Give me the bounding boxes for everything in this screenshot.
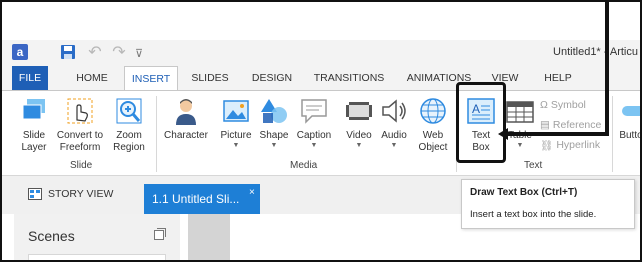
picture-button[interactable]: Picture ▼ <box>216 96 256 160</box>
tooltip-body: Insert a text box into the slide. <box>470 209 597 220</box>
caption-dropdown-icon[interactable]: ▼ <box>292 142 336 150</box>
globe-icon <box>418 96 448 126</box>
group-label-text: Text <box>524 160 543 171</box>
slide-layer-icon <box>19 96 49 126</box>
app-logo[interactable]: a <box>12 44 28 60</box>
scene-list[interactable] <box>28 254 166 260</box>
hyperlink-button[interactable]: ⛓ Hyperlink <box>540 136 600 154</box>
save-icon[interactable] <box>60 44 76 60</box>
scenes-title: Scenes <box>28 228 75 244</box>
caption-icon <box>299 96 329 126</box>
tab-home[interactable]: HOME <box>66 66 118 90</box>
redo-icon[interactable]: ↷ <box>112 42 126 62</box>
group-separator <box>612 96 613 172</box>
tab-help[interactable]: HELP <box>536 66 580 90</box>
text-box-highlight <box>456 82 506 163</box>
video-icon <box>344 96 374 126</box>
document-title: Untitled1* - Articu <box>553 46 638 58</box>
button-label: Butto <box>619 130 642 141</box>
reference-label: Reference <box>552 119 602 131</box>
audio-dropdown-icon[interactable]: ▼ <box>376 142 412 150</box>
pane-options-icon[interactable] <box>154 227 166 240</box>
freeform-hand-icon <box>65 96 95 126</box>
shape-button[interactable]: Shape ▼ <box>256 96 292 160</box>
link-icon: ⛓ <box>540 139 554 152</box>
callout-line <box>605 2 609 136</box>
group-separator <box>156 96 157 172</box>
ribbon-tabs: FILE HOME INSERT SLIDES DESIGN TRANSITIO… <box>2 66 640 91</box>
video-label: Video <box>346 130 372 141</box>
character-icon <box>171 96 201 126</box>
callout-line <box>506 132 609 136</box>
table-icon <box>505 96 535 126</box>
tab-file[interactable]: FILE <box>12 66 48 90</box>
omega-icon: Ω <box>540 99 548 111</box>
customize-qat-icon[interactable]: ⊽ <box>134 43 144 63</box>
tab-slides[interactable]: SLIDES <box>184 66 236 90</box>
tab-slide-1-1[interactable]: 1.1 Untitled Sli... <box>144 184 260 214</box>
video-button[interactable]: Video ▼ <box>342 96 376 160</box>
web-object-label-1: Web <box>422 130 444 141</box>
slide-layer-button[interactable]: Slide Layer <box>16 96 52 160</box>
hyperlink-label: Hyperlink <box>556 139 601 151</box>
slide-layer-label-2: Layer <box>21 142 47 153</box>
caption-button[interactable]: Caption ▼ <box>292 96 336 160</box>
character-label: Character <box>164 130 208 141</box>
character-button[interactable]: Character <box>160 96 212 160</box>
convert-label-1: Convert to <box>56 130 104 141</box>
video-dropdown-icon[interactable]: ▼ <box>342 142 376 150</box>
symbol-label: Symbol <box>550 99 586 111</box>
tab-insert[interactable]: INSERT <box>124 66 178 91</box>
zoom-label-2: Region <box>113 142 145 153</box>
slide-layer-label-1: Slide <box>22 130 46 141</box>
tab-design[interactable]: DESIGN <box>246 66 298 90</box>
convert-to-freeform-button[interactable]: Convert to Freeform <box>54 96 106 160</box>
audio-label: Audio <box>381 130 407 141</box>
caption-label: Caption <box>296 130 332 141</box>
zoom-region-button[interactable]: Zoom Region <box>108 96 150 160</box>
web-object-label-2: Object <box>418 142 448 153</box>
web-object-button[interactable]: Web Object <box>414 96 452 160</box>
story-view-icon <box>28 188 42 200</box>
callout-arrow-icon <box>498 128 508 140</box>
group-label-slide: Slide <box>70 160 93 171</box>
audio-icon <box>379 96 409 126</box>
picture-dropdown-icon[interactable]: ▼ <box>216 142 256 150</box>
undo-icon[interactable]: ↶ <box>88 42 102 62</box>
app-window: a ↶ ↷ ⊽ Untitled1* - Articu FILE HOME IN… <box>0 0 642 262</box>
button-button[interactable]: Butto <box>616 96 642 160</box>
zoom-icon <box>114 96 144 126</box>
symbol-button[interactable]: Ω Symbol <box>540 96 586 114</box>
shape-icon <box>259 96 289 126</box>
picture-icon <box>221 96 251 126</box>
shape-label: Shape <box>259 130 289 141</box>
canvas-gutter <box>188 214 230 260</box>
group-label-media: Media <box>290 160 318 171</box>
story-view-label: STORY VIEW <box>48 188 114 200</box>
zoom-label-1: Zoom <box>116 130 142 141</box>
tooltip-title: Draw Text Box (Ctrl+T) <box>470 187 578 198</box>
convert-label-2: Freeform <box>59 142 101 153</box>
tab-story-view[interactable]: STORY VIEW <box>28 188 113 200</box>
button-icon <box>616 96 640 126</box>
tab-transitions[interactable]: TRANSITIONS <box>308 66 390 90</box>
reference-icon: ▤ <box>540 119 550 131</box>
picture-label: Picture <box>220 130 252 141</box>
table-dropdown-icon[interactable]: ▼ <box>502 142 538 150</box>
close-icon[interactable]: × <box>249 187 255 198</box>
shape-dropdown-icon[interactable]: ▼ <box>256 142 292 150</box>
audio-button[interactable]: Audio ▼ <box>376 96 412 160</box>
